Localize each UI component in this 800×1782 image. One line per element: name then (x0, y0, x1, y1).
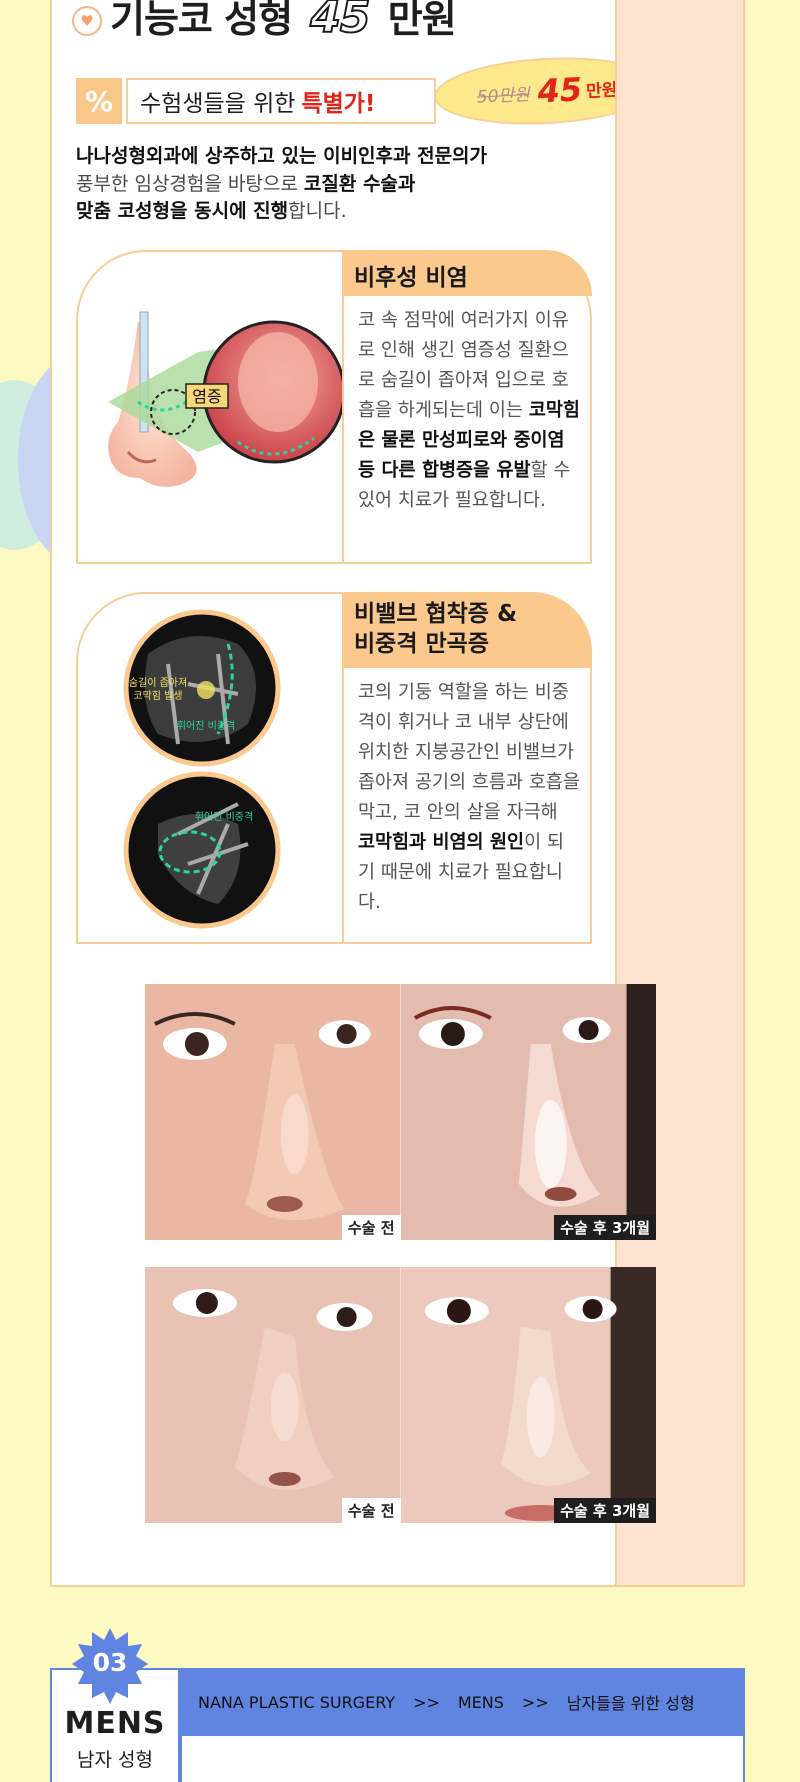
breadcrumb: NANA PLASTIC SURGERY >> MENS >> 남자들을 위한 … (180, 1668, 745, 1736)
card-heading-line: 비밸브 협착증 & (354, 601, 518, 627)
section-subtitle: 남자 성형 (77, 1749, 153, 1771)
card-body-text: 코의 기둥 역할을 하는 비중격이 휘거나 코 내부 상단에 위치한 지붕공간인… (358, 682, 580, 823)
breadcrumb-item[interactable]: 남자들을 위한 성형 (567, 1690, 695, 1714)
card-heading-line: 비중격 만곡증 (354, 630, 489, 657)
mens-content-panel (180, 1736, 745, 1782)
after-caption: 수술 후 3개월 (554, 1215, 656, 1240)
before-after-row: 수술 전 수술 후 3개월 (145, 984, 656, 1240)
breadcrumb-item[interactable]: NANA PLASTIC SURGERY (198, 1693, 395, 1712)
intro-text: 나나성형외과에 상주하고 있는 이비인후과 전문의가 풍부한 임상경험을 바탕으… (76, 143, 596, 226)
scan-label: 휘어진 비중격 (177, 719, 235, 732)
intro-line: 나나성형외과에 상주하고 있는 이비인후과 전문의가 (76, 145, 488, 167)
old-price: 50만원 (476, 84, 531, 108)
intro-line-bold: 코질환 수술과 (303, 172, 416, 195)
ct-scan-images: 숨길이 좁아져 코막힘 발생 휘어진 비중격 휘어진 비중격 (78, 594, 342, 942)
after-photo: 수술 후 3개월 (400, 1267, 656, 1523)
breadcrumb-separator: >> (521, 1692, 549, 1712)
condition-card-septum: 숨길이 좁아져 코막힘 발생 휘어진 비중격 휘어진 비중격 비밸브 협착증 &… (76, 592, 592, 944)
percent-icon: % (76, 78, 122, 124)
nose-illustration: 염증 (78, 252, 346, 562)
title-suffix: 만원 (387, 0, 457, 41)
card-heading: 비후성 비염 (342, 250, 592, 296)
breadcrumb-item[interactable]: MENS (458, 1693, 504, 1712)
title-prefix: 기능코 성형 (110, 0, 293, 41)
intro-line: 합니다. (288, 200, 347, 223)
card-heading: 비밸브 협착증 & 비중격 만곡증 (342, 592, 592, 668)
section-number: 03 (92, 1648, 128, 1677)
title-price: 45 (309, 0, 371, 44)
before-photo: 수술 전 (145, 984, 401, 1240)
card-body-bold: 코막힘과 비염의 원인 (358, 831, 525, 853)
special-offer-banner: % 수험생들을 위한 특별가! 50만원 45 만원 (76, 52, 662, 130)
offer-label: 수험생들을 위한 특별가! (126, 78, 436, 124)
section-title-mens: MENS (64, 1706, 166, 1741)
new-price-unit: 만원 (585, 79, 618, 102)
breadcrumb-separator: >> (413, 1692, 440, 1712)
after-caption: 수술 후 3개월 (554, 1498, 656, 1523)
before-caption: 수술 전 (341, 1215, 401, 1240)
inflammation-label: 염증 (192, 387, 221, 406)
scan-label: 코막힘 발생 (133, 690, 182, 702)
before-after-row: 수술 전 수술 후 3개월 (145, 1267, 656, 1523)
before-caption: 수술 전 (341, 1498, 401, 1523)
offer-label-text: 수험생들을 위한 (140, 91, 296, 117)
page-title: 기능코 성형 45 만원 (110, 0, 457, 44)
scan-label: 휘어진 비중격 (195, 810, 253, 823)
after-photo: 수술 후 3개월 (400, 984, 656, 1240)
scan-label: 숨길이 좁아져 (129, 676, 187, 689)
new-price: 45 (536, 70, 584, 111)
card-body: 코의 기둥 역할을 하는 비중격이 휘거나 코 내부 상단에 위치한 지붕공간인… (342, 668, 590, 942)
condition-card-rhinitis: 염증 비후성 비염 코 속 점막에 여러가지 이유로 인해 생긴 염증성 질환으… (76, 250, 592, 564)
intro-line-bold: 맞춤 코성형을 동시에 진행 (76, 200, 289, 223)
intro-line: 풍부한 임상경험을 바탕으로 (76, 172, 298, 195)
heart-icon: ♥ (72, 6, 102, 36)
before-photo: 수술 전 (145, 1267, 401, 1523)
offer-highlight: 특별가! (301, 91, 376, 117)
card-body: 코 속 점막에 여러가지 이유로 인해 생긴 염증성 질환으로 숨길이 좁아져 … (342, 296, 590, 562)
